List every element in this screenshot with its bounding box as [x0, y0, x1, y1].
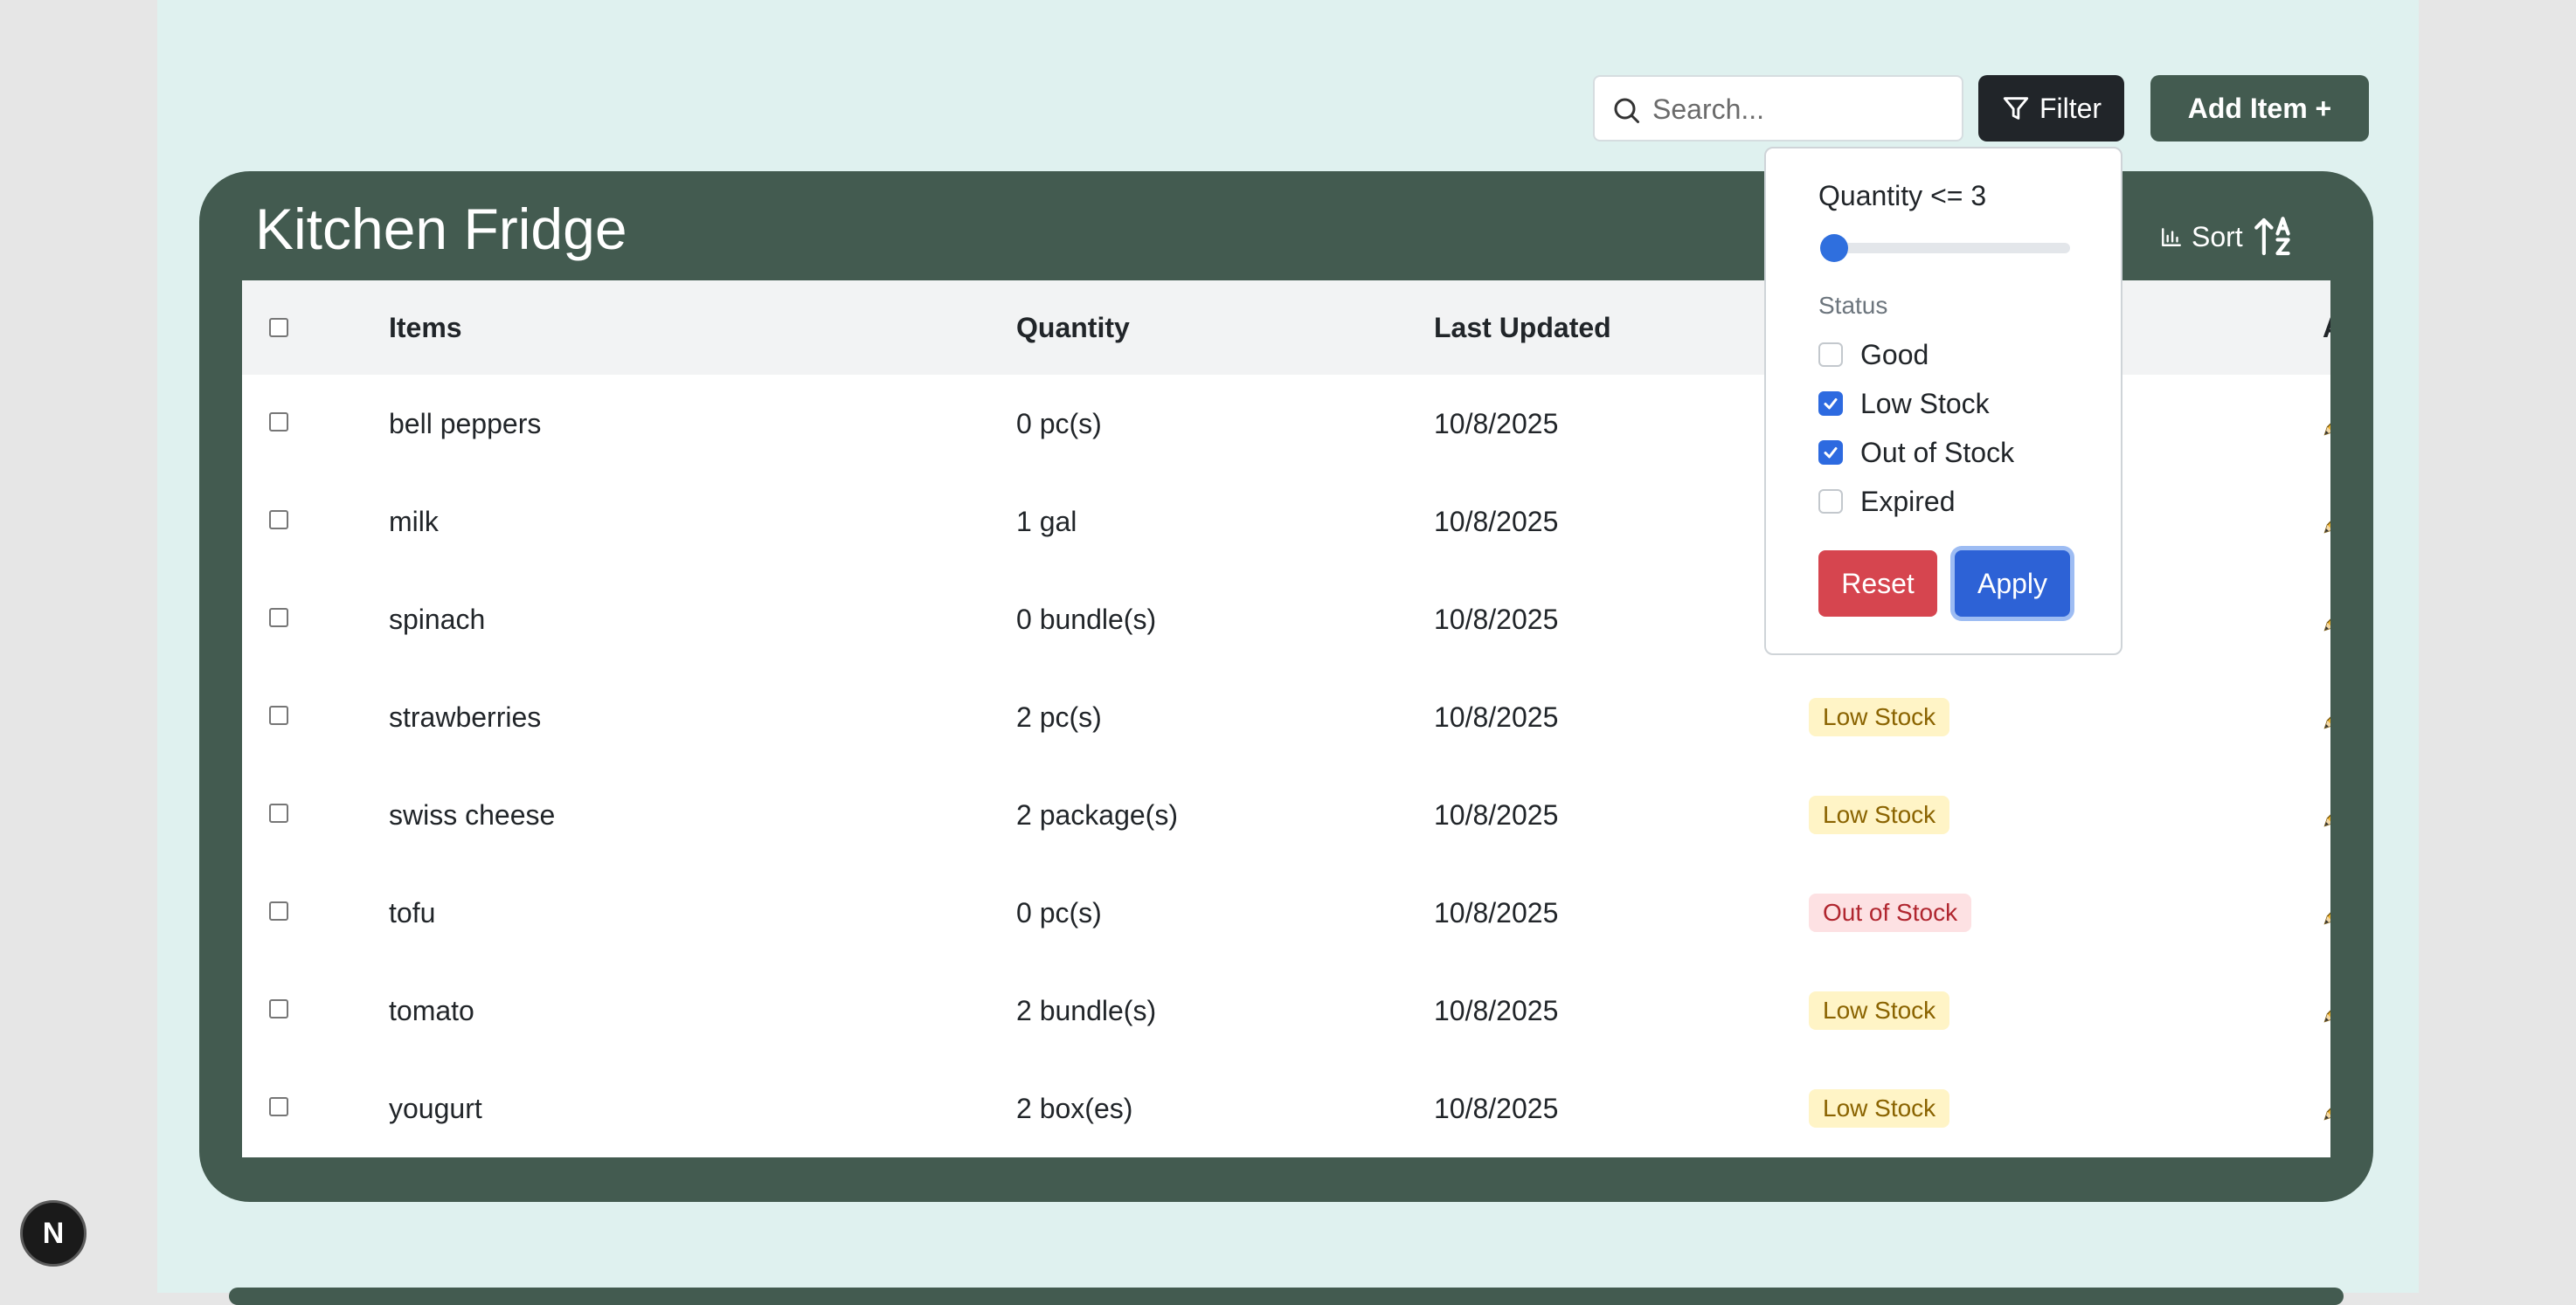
row-checkbox[interactable]: [269, 999, 288, 1018]
item-quantity: 1 gal: [1016, 506, 1077, 537]
pencil-icon[interactable]: [2320, 801, 2330, 831]
item-last-updated: 10/8/2025: [1434, 897, 1559, 929]
status-option-label: Expired: [1860, 485, 1956, 517]
item-quantity: 0 bundle(s): [1016, 604, 1157, 635]
quantity-slider-track[interactable]: [1820, 243, 2070, 253]
pencil-icon[interactable]: [2320, 899, 2330, 929]
filter-popover: Quantity <= 3 Status Good Low Stock Out …: [1764, 147, 2122, 655]
item-name: yougurt: [389, 1093, 482, 1124]
header-quantity: Quantity: [1016, 312, 1130, 343]
bar-chart-icon: [2162, 228, 2181, 246]
status-checkbox[interactable]: [1818, 440, 1843, 465]
status-badge: Low Stock: [1809, 698, 1950, 736]
status-badge: Low Stock: [1809, 1089, 1950, 1128]
item-last-updated: 10/8/2025: [1434, 701, 1559, 733]
status-filter-label: Status: [1818, 292, 1888, 319]
pencil-icon[interactable]: [2320, 1094, 2330, 1124]
item-name: milk: [389, 506, 439, 537]
header-last-updated: Last Updated: [1434, 312, 1611, 343]
item-last-updated: 10/8/2025: [1434, 604, 1559, 635]
status-badge: Low Stock: [1809, 796, 1950, 834]
status-option-label: Out of Stock: [1860, 436, 2015, 468]
table-row: strawberries 2 pc(s) 10/8/2025 Low Stock: [242, 668, 2330, 766]
table-row: tofu 0 pc(s) 10/8/2025 Out of Stock: [242, 864, 2330, 962]
table-row: swiss cheese 2 package(s) 10/8/2025 Low Sto…: [242, 766, 2330, 864]
card-title: Kitchen Fridge: [255, 197, 627, 261]
item-quantity: 0 pc(s): [1016, 897, 1102, 929]
status-option[interactable]: Out of Stock: [1818, 435, 2014, 470]
item-name: swiss cheese: [389, 799, 556, 831]
item-quantity: 2 bundle(s): [1016, 995, 1157, 1026]
quantity-slider-thumb[interactable]: [1820, 234, 1848, 262]
item-last-updated: 10/8/2025: [1434, 799, 1559, 831]
checkmark-icon: [1824, 398, 1838, 410]
next-card-edge: [229, 1288, 2344, 1305]
status-option-label: Good: [1860, 338, 1929, 370]
row-checkbox[interactable]: [269, 412, 288, 432]
row-checkbox[interactable]: [269, 1097, 288, 1116]
status-option[interactable]: Expired: [1818, 484, 1956, 519]
header-items: Items: [389, 312, 462, 343]
reset-label: Reset: [1841, 567, 1915, 599]
status-badge: Low Stock: [1809, 991, 1950, 1030]
status-checkbox[interactable]: [1818, 391, 1843, 416]
row-checkbox[interactable]: [269, 510, 288, 529]
status-checkbox[interactable]: [1818, 489, 1843, 514]
status-checkbox[interactable]: [1818, 342, 1843, 367]
table-row: tomato 2 bundle(s) 10/8/2025 Low Stock: [242, 962, 2330, 1060]
status-option[interactable]: Good: [1818, 337, 1929, 372]
quantity-filter-label: Quantity <= 3: [1818, 180, 1987, 211]
row-checkbox[interactable]: [269, 804, 288, 823]
search-box[interactable]: [1593, 75, 1963, 142]
status-badge: Out of Stock: [1809, 894, 1972, 932]
item-quantity: 2 box(es): [1016, 1093, 1133, 1124]
pencil-icon[interactable]: [2320, 703, 2330, 733]
pencil-icon[interactable]: [2320, 605, 2330, 635]
row-checkbox[interactable]: [269, 901, 288, 921]
apply-label: Apply: [1977, 567, 2048, 599]
reset-button[interactable]: Reset: [1818, 550, 1937, 617]
pencil-icon[interactable]: [2320, 410, 2330, 439]
pencil-icon[interactable]: [2320, 997, 2330, 1026]
item-name: bell peppers: [389, 408, 542, 439]
item-name: tofu: [389, 897, 436, 929]
item-quantity: 2 package(s): [1016, 799, 1178, 831]
status-option[interactable]: Low Stock: [1818, 386, 1990, 421]
status-option-label: Low Stock: [1860, 387, 1990, 419]
item-name: spinach: [389, 604, 486, 635]
item-last-updated: 10/8/2025: [1434, 995, 1559, 1026]
funnel-icon: [2003, 97, 2029, 120]
dev-tools-badge[interactable]: N: [20, 1200, 87, 1267]
row-checkbox[interactable]: [269, 608, 288, 627]
item-last-updated: 10/8/2025: [1434, 1093, 1559, 1124]
row-checkbox[interactable]: [269, 706, 288, 725]
item-last-updated: 10/8/2025: [1434, 408, 1559, 439]
filter-button-label: Filter: [2039, 92, 2102, 124]
pencil-icon[interactable]: [2320, 508, 2330, 537]
dev-tools-letter: N: [42, 1216, 65, 1250]
item-name: tomato: [389, 995, 474, 1026]
add-item-label: Add Item +: [2187, 92, 2332, 124]
search-icon: [1614, 98, 1639, 123]
sort-alpha-asc-icon: [2254, 217, 2290, 256]
add-item-button[interactable]: Add Item +: [2150, 75, 2369, 142]
header-action: Action: [2323, 312, 2330, 344]
table-row: yougurt 2 box(es) 10/8/2025 Low Stock: [242, 1060, 2330, 1157]
item-name: strawberries: [389, 701, 542, 733]
sort-label: Sort: [2192, 220, 2243, 252]
select-all-checkbox[interactable]: [269, 318, 288, 337]
item-last-updated: 10/8/2025: [1434, 506, 1559, 537]
item-quantity: 0 pc(s): [1016, 408, 1102, 439]
checkmark-icon: [1824, 447, 1838, 459]
filter-button[interactable]: Filter: [1978, 75, 2124, 142]
item-quantity: 2 pc(s): [1016, 701, 1102, 733]
apply-button[interactable]: Apply: [1955, 550, 2070, 617]
sort-button[interactable]: Sort: [2160, 215, 2297, 259]
search-input[interactable]: [1651, 84, 1951, 135]
